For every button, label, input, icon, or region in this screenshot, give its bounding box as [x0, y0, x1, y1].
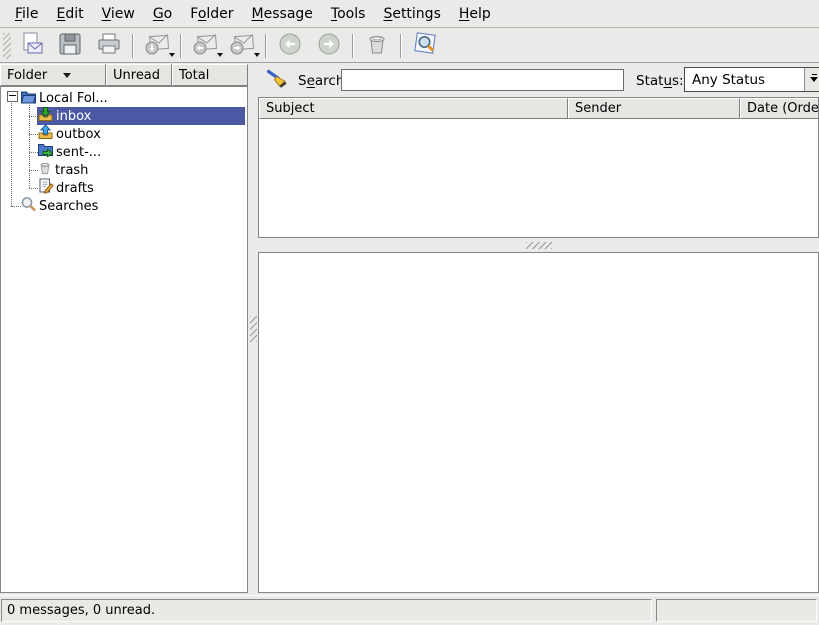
- search-input[interactable]: [341, 69, 624, 91]
- toolbar: [0, 29, 819, 63]
- status-filter-select[interactable]: Any Status: [684, 67, 819, 92]
- date-column-header[interactable]: Date (Order of Arrival): [740, 98, 819, 119]
- message-list: Subject Sender Date (Order of Arrival): [258, 97, 819, 238]
- subject-column-header[interactable]: Subject: [259, 98, 568, 119]
- folder-label: drafts: [56, 181, 94, 196]
- trash-icon: [364, 31, 390, 61]
- forward-nav-icon: [316, 31, 342, 61]
- unread-column-header[interactable]: Unread: [106, 64, 172, 86]
- menu-edit[interactable]: Edit: [47, 3, 92, 25]
- dropdown-arrow-icon: [169, 53, 175, 60]
- folder-label: outbox: [56, 127, 101, 142]
- menu-file[interactable]: File: [6, 3, 47, 25]
- folder-label: sent-...: [56, 145, 101, 160]
- status-message-panel: 0 messages, 0 unread.: [1, 599, 652, 622]
- clear-search-button[interactable]: [264, 67, 291, 94]
- forward-button[interactable]: [228, 32, 256, 60]
- folder-open-icon: [20, 89, 37, 108]
- new-message-icon: [19, 31, 45, 61]
- inbox-icon: [37, 106, 54, 126]
- toolbar-grip[interactable]: [3, 33, 11, 59]
- toolbar-separator: [265, 34, 267, 58]
- sent-folder-icon: [37, 142, 54, 162]
- menu-folder[interactable]: Folder: [181, 3, 242, 25]
- dropdown-arrow-icon: [217, 53, 223, 60]
- folder-row-local-folders[interactable]: Local Fol...: [1, 89, 247, 107]
- back-icon: [277, 31, 303, 61]
- save-icon: [57, 31, 83, 61]
- selected-row-highlight: inbox: [37, 107, 245, 125]
- status-bar: 0 messages, 0 unread.: [0, 595, 819, 625]
- folder-label: Searches: [39, 199, 98, 214]
- splitter-grip-icon: [526, 242, 552, 249]
- check-mail-icon: [143, 31, 171, 61]
- status-secondary-panel: [656, 599, 817, 622]
- check-mail-button[interactable]: [143, 32, 171, 60]
- folder-tree: Local Fol... inbox outbox sent-...: [0, 86, 248, 593]
- folder-list-header: Folder Unread Total: [0, 64, 248, 86]
- drafts-icon: [37, 178, 54, 198]
- new-message-button[interactable]: [18, 32, 46, 60]
- vertical-splitter[interactable]: [248, 64, 258, 593]
- splitter-grip-icon: [250, 316, 257, 342]
- print-button[interactable]: [95, 32, 123, 60]
- folder-row-drafts[interactable]: drafts: [1, 179, 247, 197]
- horizontal-splitter[interactable]: [258, 238, 819, 252]
- total-column-header[interactable]: Total: [172, 64, 248, 86]
- toolbar-separator: [132, 34, 134, 58]
- collapse-expander-icon[interactable]: [7, 91, 18, 102]
- menu-go[interactable]: Go: [144, 3, 181, 25]
- folder-label: inbox: [56, 109, 91, 124]
- folder-row-searches[interactable]: Searches: [1, 197, 247, 215]
- mail-client-window: File Edit View Go Folder Message Tools S…: [0, 0, 819, 624]
- outbox-icon: [37, 124, 54, 144]
- dropdown-arrow-icon: [254, 53, 260, 60]
- quick-search-bar: Search: Status: Any Status: [258, 64, 819, 97]
- move-to-trash-button[interactable]: [363, 32, 391, 60]
- find-messages-button[interactable]: [411, 32, 439, 60]
- menu-settings[interactable]: Settings: [374, 3, 449, 25]
- status-label: Status:: [636, 64, 684, 97]
- folder-row-sent[interactable]: sent-...: [1, 143, 247, 161]
- menu-view[interactable]: View: [93, 3, 144, 25]
- status-filter-value: Any Status: [692, 72, 765, 88]
- menu-help[interactable]: Help: [450, 3, 500, 25]
- combo-indicator: [812, 74, 817, 75]
- save-button[interactable]: [56, 32, 84, 60]
- find-icon: [412, 30, 439, 61]
- folder-row-inbox[interactable]: inbox: [1, 107, 247, 125]
- message-preview-pane: [258, 252, 819, 593]
- menu-message[interactable]: Message: [243, 3, 322, 25]
- folder-row-trash[interactable]: trash: [1, 161, 247, 179]
- toolbar-separator: [352, 34, 354, 58]
- folder-label: Local Fol...: [39, 91, 108, 106]
- trash-icon: [37, 160, 53, 180]
- folder-label: trash: [55, 163, 88, 178]
- toolbar-separator: [180, 34, 182, 58]
- sender-column-header[interactable]: Sender: [568, 98, 740, 119]
- next-message-button[interactable]: [315, 32, 343, 60]
- folder-column-header[interactable]: Folder: [0, 64, 106, 86]
- message-list-header: Subject Sender Date (Order of Arrival): [259, 98, 819, 119]
- folder-row-outbox[interactable]: outbox: [1, 125, 247, 143]
- previous-message-button[interactable]: [276, 32, 304, 60]
- broom-icon: [265, 66, 291, 96]
- menu-tools[interactable]: Tools: [322, 3, 375, 25]
- combo-dropdown-button[interactable]: [804, 68, 819, 91]
- search-folder-icon: [20, 196, 37, 216]
- print-icon: [96, 31, 122, 61]
- reply-icon: [191, 31, 219, 61]
- chevron-down-icon: [810, 77, 818, 86]
- forward-icon: [228, 31, 256, 61]
- sort-descending-icon: [63, 73, 71, 82]
- reply-button[interactable]: [191, 32, 219, 60]
- toolbar-separator: [400, 34, 402, 58]
- menubar: File Edit View Go Folder Message Tools S…: [0, 0, 819, 28]
